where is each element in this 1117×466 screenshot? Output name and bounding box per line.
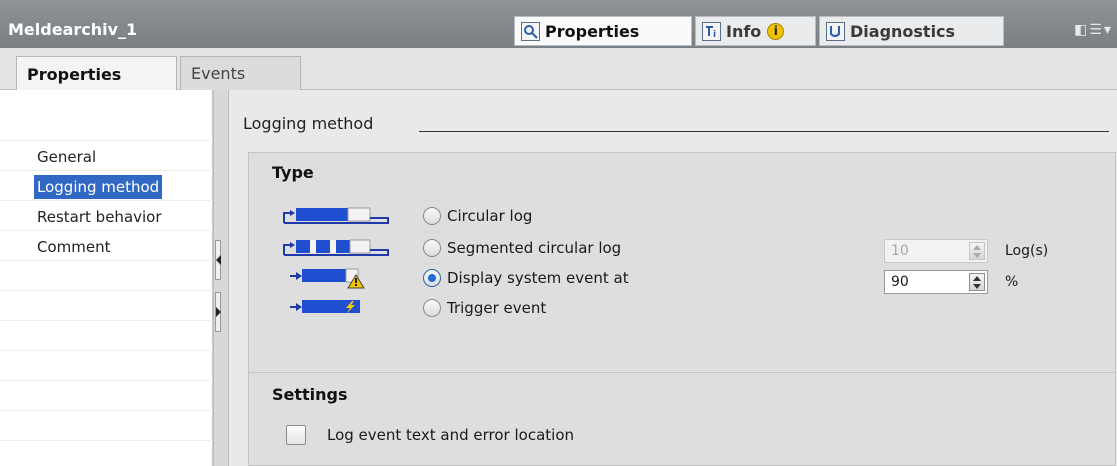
- segmented-log-radio[interactable]: [423, 239, 441, 257]
- collapse-left-button[interactable]: [215, 240, 221, 280]
- arrow-right-icon: [216, 307, 221, 317]
- divider: [0, 350, 213, 351]
- circular-log-icon: [282, 205, 392, 227]
- percent-unit: %: [1005, 274, 1019, 290]
- sidebar-item-comment[interactable]: Comment: [34, 235, 114, 259]
- trigger-event-label: Trigger event: [447, 299, 547, 317]
- tab-info[interactable]: i Info i: [695, 16, 816, 46]
- log-count-value: 10: [891, 243, 909, 259]
- info-badge: i: [767, 22, 785, 40]
- expand-right-button[interactable]: [215, 292, 221, 332]
- sidebar: General Logging method Restart behavior …: [0, 90, 213, 466]
- log-event-text-label: Log event text and error location: [327, 426, 575, 444]
- trigger-event-icon: [282, 297, 392, 319]
- sub-tab-bar: Properties Events: [0, 48, 1117, 91]
- arrow-up-icon: [973, 276, 981, 281]
- diagnostics-icon: [826, 21, 845, 41]
- splitter[interactable]: [213, 90, 229, 466]
- segmented-log-label: Segmented circular log: [447, 239, 622, 257]
- percent-stepper[interactable]: [969, 273, 985, 291]
- window-title: Meldearchiv_1: [8, 20, 138, 39]
- arrow-left-icon: [216, 255, 221, 265]
- option-trigger-event[interactable]: Trigger event: [282, 295, 546, 321]
- divider: [0, 380, 213, 381]
- percent-spinner[interactable]: 90: [884, 270, 988, 294]
- tab-info-label: Info: [726, 21, 762, 41]
- divider: [0, 230, 213, 231]
- percent-value: 90: [891, 274, 909, 290]
- tab-diagnostics[interactable]: Diagnostics: [819, 16, 1004, 46]
- segmented-log-icon: [282, 237, 392, 259]
- divider: [0, 260, 213, 261]
- divider: [0, 140, 213, 141]
- settings-group-title: Settings: [272, 385, 348, 404]
- main-panel: Logging method Type Circular log Segment…: [229, 90, 1117, 466]
- log-event-text-checkbox[interactable]: [286, 425, 306, 445]
- circular-log-radio[interactable]: [423, 207, 441, 225]
- system-event-label: Display system event at: [447, 269, 629, 287]
- option-circular-log[interactable]: Circular log: [282, 203, 532, 229]
- type-group-title: Type: [272, 163, 314, 182]
- title-bar: Meldearchiv_1 Properties i Info i Diagno…: [0, 0, 1117, 48]
- log-count-stepper: [969, 242, 985, 260]
- properties-icon: [521, 21, 540, 41]
- option-display-system-event[interactable]: Display system event at: [282, 265, 629, 291]
- divider: [0, 200, 213, 201]
- trigger-event-radio[interactable]: [423, 299, 441, 317]
- subtab-events[interactable]: Events: [180, 56, 301, 90]
- menu-icon[interactable]: ☰: [1089, 22, 1104, 38]
- window-controls[interactable]: ◧☰▾: [1074, 22, 1113, 38]
- tab-diagnostics-label: Diagnostics: [850, 21, 956, 41]
- log-count-spinner: 10: [884, 239, 988, 263]
- svg-text:i: i: [713, 30, 716, 40]
- float-window-icon[interactable]: ◧: [1074, 22, 1089, 38]
- subtab-events-label: Events: [191, 64, 246, 83]
- chevron-down-icon[interactable]: ▾: [1104, 22, 1113, 38]
- option-segmented-circular-log[interactable]: Segmented circular log: [282, 235, 621, 261]
- divider: [0, 170, 213, 171]
- log-count-unit: Log(s): [1005, 243, 1049, 259]
- divider: [0, 290, 213, 291]
- subtab-properties-label: Properties: [27, 64, 122, 84]
- divider: [0, 410, 213, 411]
- settings-group: Settings Log event text and error locati…: [248, 372, 1116, 466]
- tab-properties-label: Properties: [545, 21, 640, 41]
- circular-log-label: Circular log: [447, 207, 533, 225]
- system-event-radio[interactable]: [423, 269, 441, 287]
- tab-properties[interactable]: Properties: [514, 16, 692, 46]
- arrow-up-icon: [973, 245, 981, 250]
- info-icon: i: [702, 21, 721, 41]
- sidebar-item-restart-behavior[interactable]: Restart behavior: [34, 205, 165, 229]
- system-event-icon: [282, 267, 392, 289]
- divider: [0, 320, 213, 321]
- subtab-properties[interactable]: Properties: [16, 56, 177, 91]
- sidebar-item-general[interactable]: General: [34, 145, 99, 169]
- heading-divider: [419, 131, 1109, 132]
- arrow-down-icon: [973, 253, 981, 258]
- section-title: Logging method: [243, 114, 380, 133]
- type-group: Type Circular log Segmented circular log…: [248, 152, 1116, 382]
- arrow-down-icon: [973, 284, 981, 289]
- divider: [0, 440, 213, 441]
- sidebar-item-logging-method[interactable]: Logging method: [34, 175, 163, 199]
